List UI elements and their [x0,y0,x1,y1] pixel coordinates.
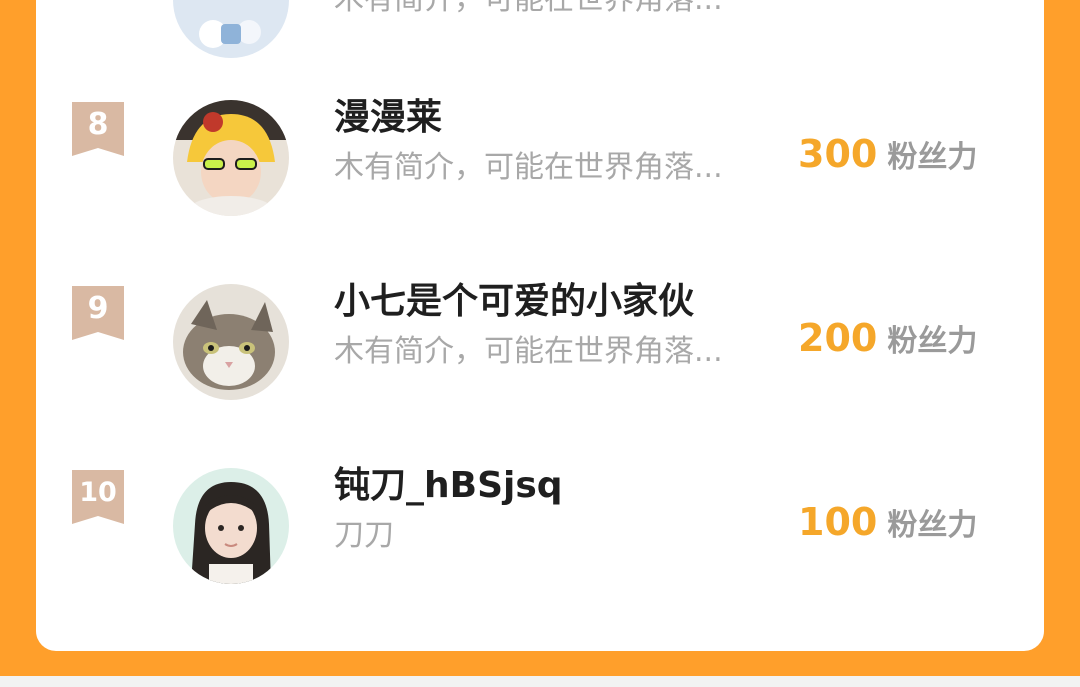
cat-avatar-icon [173,284,289,400]
fans-number: 300 [798,132,878,176]
avatar[interactable] [173,468,289,584]
user-name: 钝刀_hBSjsq [334,465,563,506]
list-item[interactable]: 9 小七是个可爱的小家伙 木有简介，可能在世界角落... 200 粉丝力 [36,280,1044,420]
avatar[interactable] [173,100,289,216]
fans-unit: 粉丝力 [887,508,978,543]
avatar [173,0,289,58]
list-item[interactable]: 10 钝刀_hBSjsq 刀刀 100 粉丝力 [36,464,1044,604]
avatar[interactable] [173,284,289,400]
user-bio: 木有简介，可能在世界角落... [334,0,774,20]
rank-number: 8 [87,107,109,142]
fans-unit: 粉丝力 [887,140,978,175]
rank-badge: 8 [72,102,124,156]
fans-score: 300 粉丝力 [798,130,977,186]
fans-number: 200 [798,316,878,360]
fans-unit: 粉丝力 [887,324,978,359]
fans-score: 100 粉丝力 [798,498,977,554]
child-with-sunglasses-avatar-icon [173,100,289,216]
fans-score: 200 粉丝力 [798,314,977,370]
ranking-card: 木有简介，可能在世界角落... 8 漫漫莱 木有简介，可能 [36,0,1044,651]
fans-number: 100 [798,500,878,544]
list-item[interactable]: 8 漫漫莱 木有简介，可能在世界角落... 300 粉丝力 [36,96,1044,236]
user-bio: 木有简介，可能在世界角落... [334,334,723,369]
user-bio: 木有简介，可能在世界角落... [334,150,723,185]
girl-avatar-icon [173,468,289,584]
list-item-partial[interactable]: 木有简介，可能在世界角落... [36,0,1044,58]
user-name: 漫漫莱 [334,97,443,138]
user-bio: 刀刀 [334,518,394,553]
cartoon-avatar-icon [173,0,289,58]
rank-number: 9 [87,291,109,326]
bottom-strip [0,676,1080,687]
rank-badge: 10 [72,470,124,524]
rank-badge: 9 [72,286,124,340]
user-name: 小七是个可爱的小家伙 [334,281,695,322]
rank-number: 10 [79,477,117,508]
